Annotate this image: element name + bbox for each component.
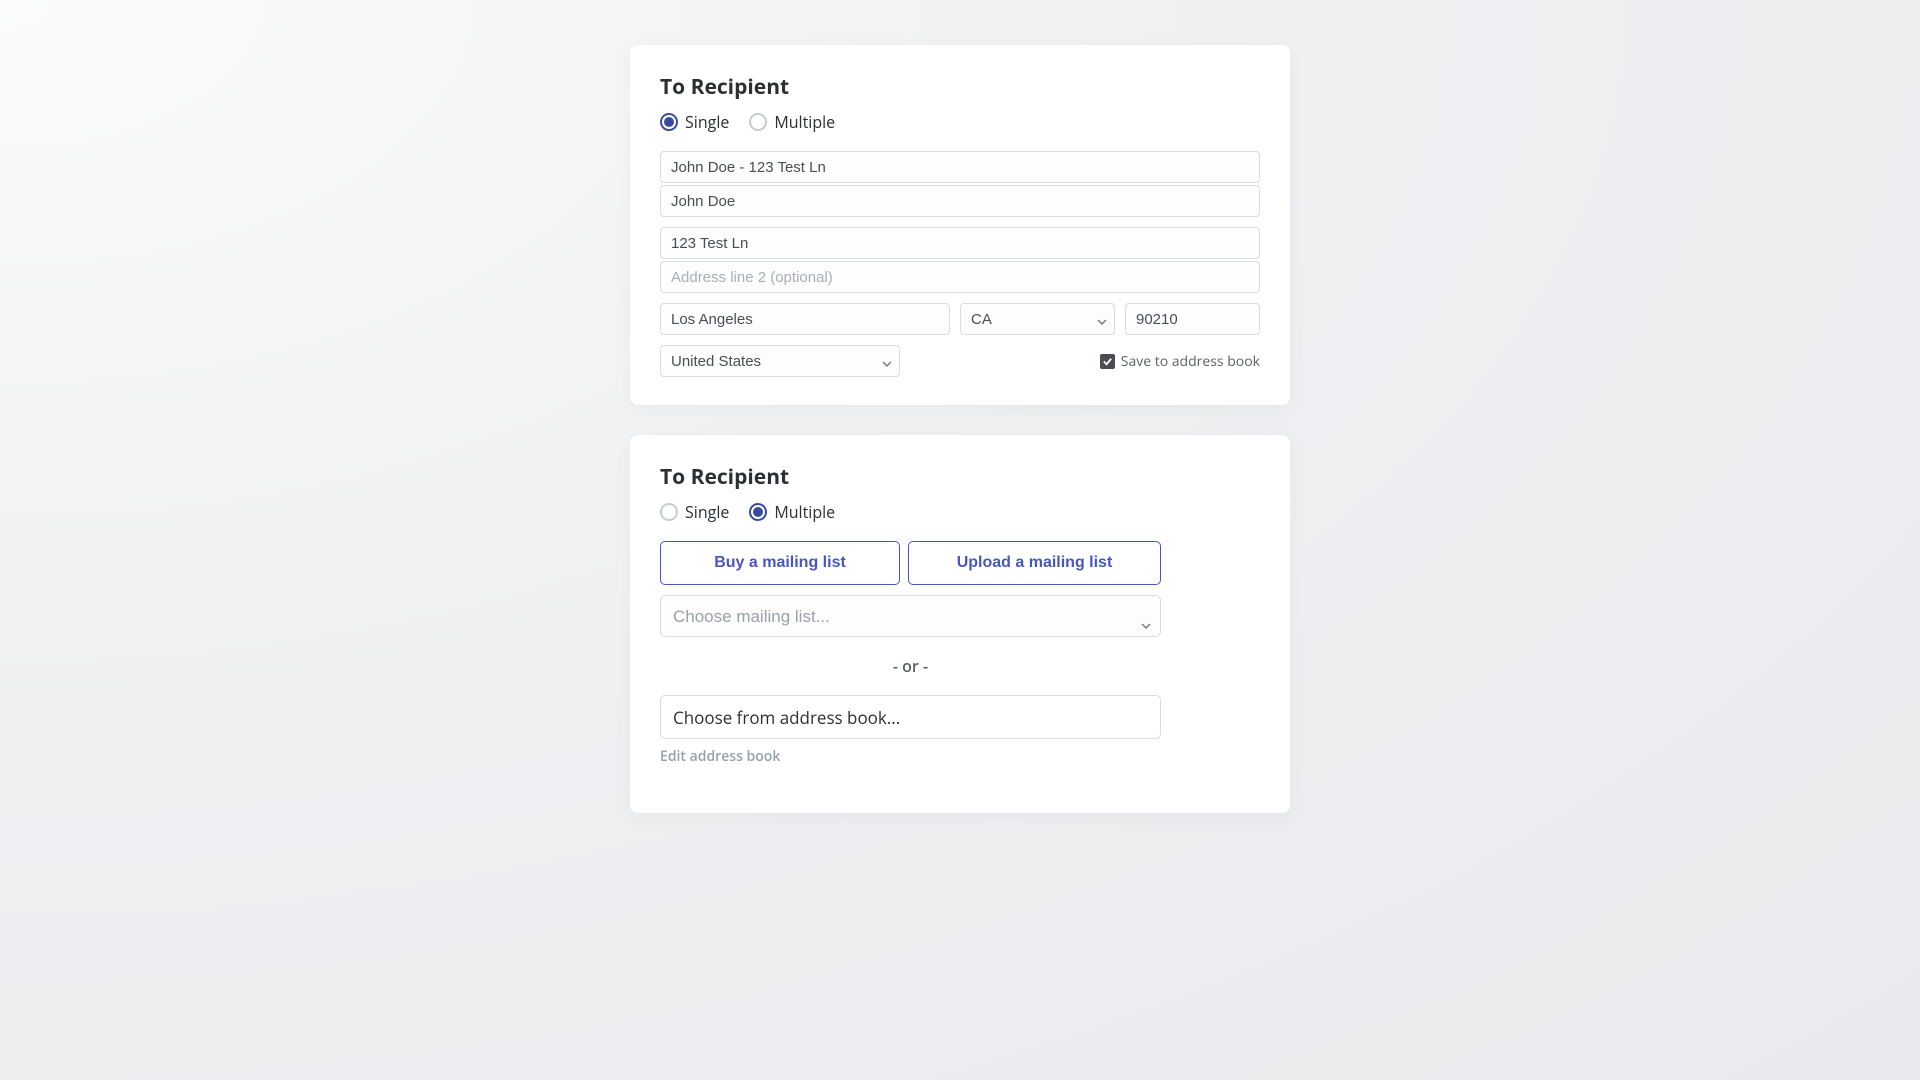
address-book-placeholder: Choose from address book... [673, 706, 900, 729]
checkbox-label: Save to address book [1121, 352, 1260, 371]
country-select[interactable]: United States [660, 345, 900, 377]
recipient-type-radio-group: Single Multiple [660, 111, 1260, 133]
name-input[interactable] [660, 185, 1260, 217]
address-book-select[interactable]: Choose from address book... [660, 695, 1161, 739]
radio-icon [660, 113, 678, 131]
save-to-address-book-checkbox[interactable]: Save to address book [1100, 352, 1260, 371]
zip-input[interactable] [1125, 303, 1260, 335]
radio-label: Multiple [774, 501, 835, 523]
card-title: To Recipient [660, 73, 1260, 101]
radio-multiple[interactable]: Multiple [749, 501, 835, 523]
city-input[interactable] [660, 303, 950, 335]
radio-label: Multiple [774, 111, 835, 133]
or-divider-text: - or - [660, 655, 1161, 677]
radio-icon [660, 503, 678, 521]
mailing-list-select[interactable]: Choose mailing list... [660, 595, 1161, 637]
radio-icon [749, 503, 767, 521]
buy-mailing-list-button[interactable]: Buy a mailing list [660, 541, 900, 585]
upload-mailing-list-button[interactable]: Upload a mailing list [908, 541, 1161, 585]
recipient-card-single: To Recipient Single Multiple CA [630, 45, 1290, 405]
address-line2-input[interactable] [660, 261, 1260, 293]
radio-label: Single [685, 501, 729, 523]
address-search-input[interactable] [660, 151, 1260, 183]
radio-multiple[interactable]: Multiple [749, 111, 835, 133]
radio-single[interactable]: Single [660, 501, 729, 523]
radio-icon [749, 113, 767, 131]
radio-single[interactable]: Single [660, 111, 729, 133]
card-title: To Recipient [660, 463, 1260, 491]
state-select[interactable]: CA [960, 303, 1115, 335]
recipient-card-multiple: To Recipient Single Multiple Buy a maili… [630, 435, 1290, 813]
recipient-type-radio-group: Single Multiple [660, 501, 1260, 523]
radio-label: Single [685, 111, 729, 133]
address-line1-input[interactable] [660, 227, 1260, 259]
checkbox-checked-icon [1100, 354, 1115, 369]
edit-address-book-link[interactable]: Edit address book [660, 747, 780, 766]
